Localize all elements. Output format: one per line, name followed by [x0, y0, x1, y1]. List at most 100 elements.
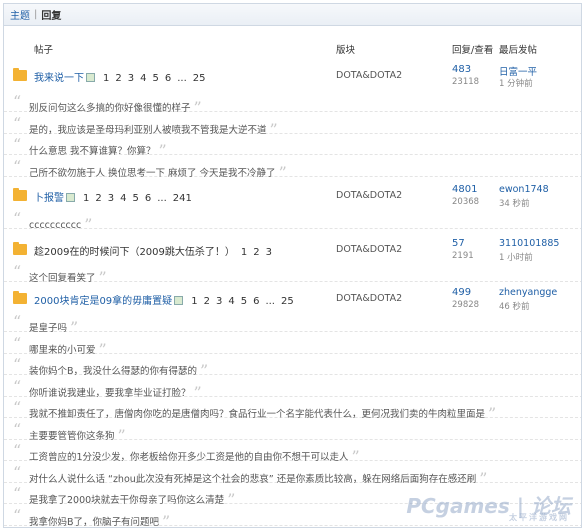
page-link[interactable]: 5	[133, 193, 139, 204]
last-poster[interactable]: 3110101885	[499, 238, 559, 249]
reply-row[interactable]: “ 别反问句这么多搞的你好像很懂的样子”	[4, 92, 581, 117]
reply-text[interactable]: 我拿你妈B了，你脑子有问题吧	[29, 517, 159, 528]
reply-row[interactable]: “ 对什么人说什么话 “zhou此次没有死掉是这个社会的悲哀” 还是你素质比较高，…	[4, 463, 581, 488]
reply-text[interactable]: 主要要管管你这条狗	[29, 431, 115, 442]
reply-text[interactable]: 是的，我应该是圣母玛利亚别人被喷我不管我是大逆不道	[29, 125, 267, 136]
open-quote-icon: “	[13, 441, 22, 460]
reply-text[interactable]: 对什么人说什么话 “zhou此次没有死掉是这个社会的悲哀” 还是你素质比较高，躲…	[29, 474, 476, 485]
page-link[interactable]: ...	[177, 73, 187, 84]
page-link[interactable]: 3	[128, 73, 134, 84]
page-link[interactable]: 2	[115, 73, 121, 84]
reply-text[interactable]: cccccccccc	[29, 220, 81, 231]
page-link[interactable]: ...	[265, 296, 275, 307]
page-link[interactable]: 25	[281, 296, 294, 307]
open-quote-icon: “	[13, 92, 22, 111]
page-link[interactable]: 2	[204, 296, 210, 307]
thread-title-wrap: 趁2009在的时候问下（2009跳大伍杀了！） 1 2 3	[34, 243, 272, 258]
tab-replies[interactable]: 回复	[41, 7, 61, 22]
reply-text[interactable]: 你听谁说我建业，要我拿毕业证打脸？	[29, 388, 191, 399]
view-count: 20368	[452, 197, 480, 207]
multipage-icon	[174, 296, 184, 305]
close-quote-icon: ”	[162, 511, 171, 528]
page-link[interactable]: 25	[193, 73, 206, 84]
close-quote-icon: ”	[98, 268, 107, 287]
reply-row[interactable]: “ 是的，我应该是圣母玛利亚别人被喷我不管我是大逆不道”	[4, 113, 581, 139]
thread-title[interactable]: 卜报警	[34, 193, 64, 204]
reply-text[interactable]: 这个回复看笑了	[29, 273, 96, 284]
reply-row[interactable]: “ 哪里来的小可爱”	[4, 334, 581, 359]
close-quote-icon: ”	[278, 162, 287, 182]
reply-text[interactable]: 什么意思 我不算谁算？你算？	[29, 146, 156, 157]
reply-count: 499	[452, 287, 472, 298]
reply-row[interactable]: “ 己所不欲勿施于人 换位思考一下 麻烦了 今天是我不冷静了”	[4, 157, 581, 182]
header-last-post: 最后发帖	[499, 45, 538, 56]
page-link[interactable]: 1	[83, 193, 89, 204]
reply-text[interactable]: 工资曾应的1分没少发，你老板给你开多少工资是他的自由你不想干可以走人	[29, 452, 349, 463]
tab-separator: |	[34, 9, 38, 20]
folder-icon	[13, 291, 27, 304]
reply-text-wrap: 我就不推卸责任了，唐僧肉你吃的是唐僧肉吗？食品行业一个名字能代表什么，更何况我们…	[29, 402, 496, 423]
thread-title-wrap: 2000块肯定是09拿的毋庸置疑 1 2 3 4 5 6... 25	[34, 292, 294, 307]
open-quote-icon: “	[13, 113, 22, 133]
page-link[interactable]: 4	[140, 73, 146, 84]
reply-count: 57	[452, 238, 465, 249]
table-header: 帖子 版块 回复/查看 最后发帖	[4, 40, 581, 58]
reply-text-wrap: 别反问句这么多搞的你好像很懂的样子”	[29, 96, 202, 117]
reply-row[interactable]: “ 是皇子吗”	[4, 312, 581, 337]
page-link[interactable]: 6	[165, 73, 171, 84]
folder-icon	[13, 242, 27, 255]
page-link[interactable]: 5	[241, 296, 247, 307]
watermark-logo: PCgames | 论坛 太平洋游戏网	[406, 490, 571, 522]
thread-title[interactable]: 趁2009在的时候问下（2009跳大伍杀了！）	[34, 247, 235, 258]
thread-forum[interactable]: DOTA&DOTA2	[336, 70, 402, 81]
reply-row[interactable]: “ 什么意思 我不算谁算？你算？”	[4, 135, 581, 160]
reply-text[interactable]: 哪里来的小可爱	[29, 345, 96, 356]
page-link[interactable]: 4	[228, 296, 234, 307]
reply-row[interactable]: “ 主要要管管你这条狗”	[4, 419, 581, 445]
page-link[interactable]: 6	[253, 296, 259, 307]
reply-text[interactable]: 装你妈个B，我没什么得瑟的你有得瑟的	[29, 366, 197, 377]
reply-row[interactable]: “ 我就不推卸责任了，唐僧肉你吃的是唐僧肉吗？食品行业一个名字能代表什么，更何况我…	[4, 398, 581, 423]
page-link[interactable]: 3	[216, 296, 222, 307]
pagination: 1 2 3 4 5 6... 241	[77, 193, 192, 204]
reply-text[interactable]: 是我拿了2000块就去干你母亲了吗你这么清楚	[29, 495, 224, 506]
page-link[interactable]: 3	[108, 193, 114, 204]
reply-text[interactable]: 是皇子吗	[29, 323, 67, 334]
header-forum: 版块	[336, 45, 356, 56]
page-link[interactable]: 2	[95, 193, 101, 204]
reply-row[interactable]: “ 这个回复看笑了”	[4, 262, 581, 287]
reply-text[interactable]: 别反问句这么多搞的你好像很懂的样子	[29, 103, 191, 114]
page-link[interactable]: 3	[266, 247, 272, 258]
page-link[interactable]: 241	[173, 193, 192, 204]
page-link[interactable]: 2	[253, 247, 259, 258]
pagination: 1 2 3 4 5 6... 25	[97, 73, 206, 84]
thread-forum[interactable]: DOTA&DOTA2	[336, 293, 402, 304]
page-link[interactable]: ...	[157, 193, 167, 204]
page-link[interactable]: 1	[241, 247, 247, 258]
reply-text-wrap: 这个回复看笑了”	[29, 266, 107, 287]
page-link[interactable]: 6	[145, 193, 151, 204]
reply-row[interactable]: “ 装你妈个B，我没什么得瑟的你有得瑟的”	[4, 355, 581, 380]
reply-row[interactable]: “ 工资曾应的1分没少发，你老板给你开多少工资是他的自由你不想干可以走人”	[4, 441, 581, 466]
reply-text[interactable]: 己所不欲勿施于人 换位思考一下 麻烦了 今天是我不冷静了	[29, 168, 276, 179]
last-post-time: 46 秒前	[499, 302, 530, 312]
last-poster[interactable]: 日富一平	[499, 64, 537, 78]
page-link[interactable]: 5	[153, 73, 159, 84]
thread-title[interactable]: 2000块肯定是09拿的毋庸置疑	[34, 296, 172, 307]
open-quote-icon: “	[13, 355, 22, 374]
multipage-icon	[86, 73, 95, 82]
reply-text-wrap: cccccccccc”	[29, 213, 92, 234]
page-link[interactable]: 1	[191, 296, 197, 307]
reply-row[interactable]: “ cccccccccc”	[4, 209, 581, 234]
reply-row[interactable]: “ 你听谁说我建业，要我拿毕业证打脸？”	[4, 377, 581, 402]
last-poster[interactable]: ewon1748	[499, 184, 549, 195]
thread-forum[interactable]: DOTA&DOTA2	[336, 244, 402, 255]
page-link[interactable]: 4	[120, 193, 126, 204]
reply-text[interactable]: 我就不推卸责任了，唐僧肉你吃的是唐僧肉吗？食品行业一个名字能代表什么，更何况我们…	[29, 409, 485, 420]
thread-forum[interactable]: DOTA&DOTA2	[336, 190, 402, 201]
page-link[interactable]: 1	[103, 73, 109, 84]
tab-topics[interactable]: 主题	[10, 7, 30, 22]
last-poster[interactable]: zhenyangge	[499, 287, 557, 298]
open-quote-icon: “	[13, 419, 22, 439]
thread-title[interactable]: 我来说一下	[34, 73, 84, 84]
